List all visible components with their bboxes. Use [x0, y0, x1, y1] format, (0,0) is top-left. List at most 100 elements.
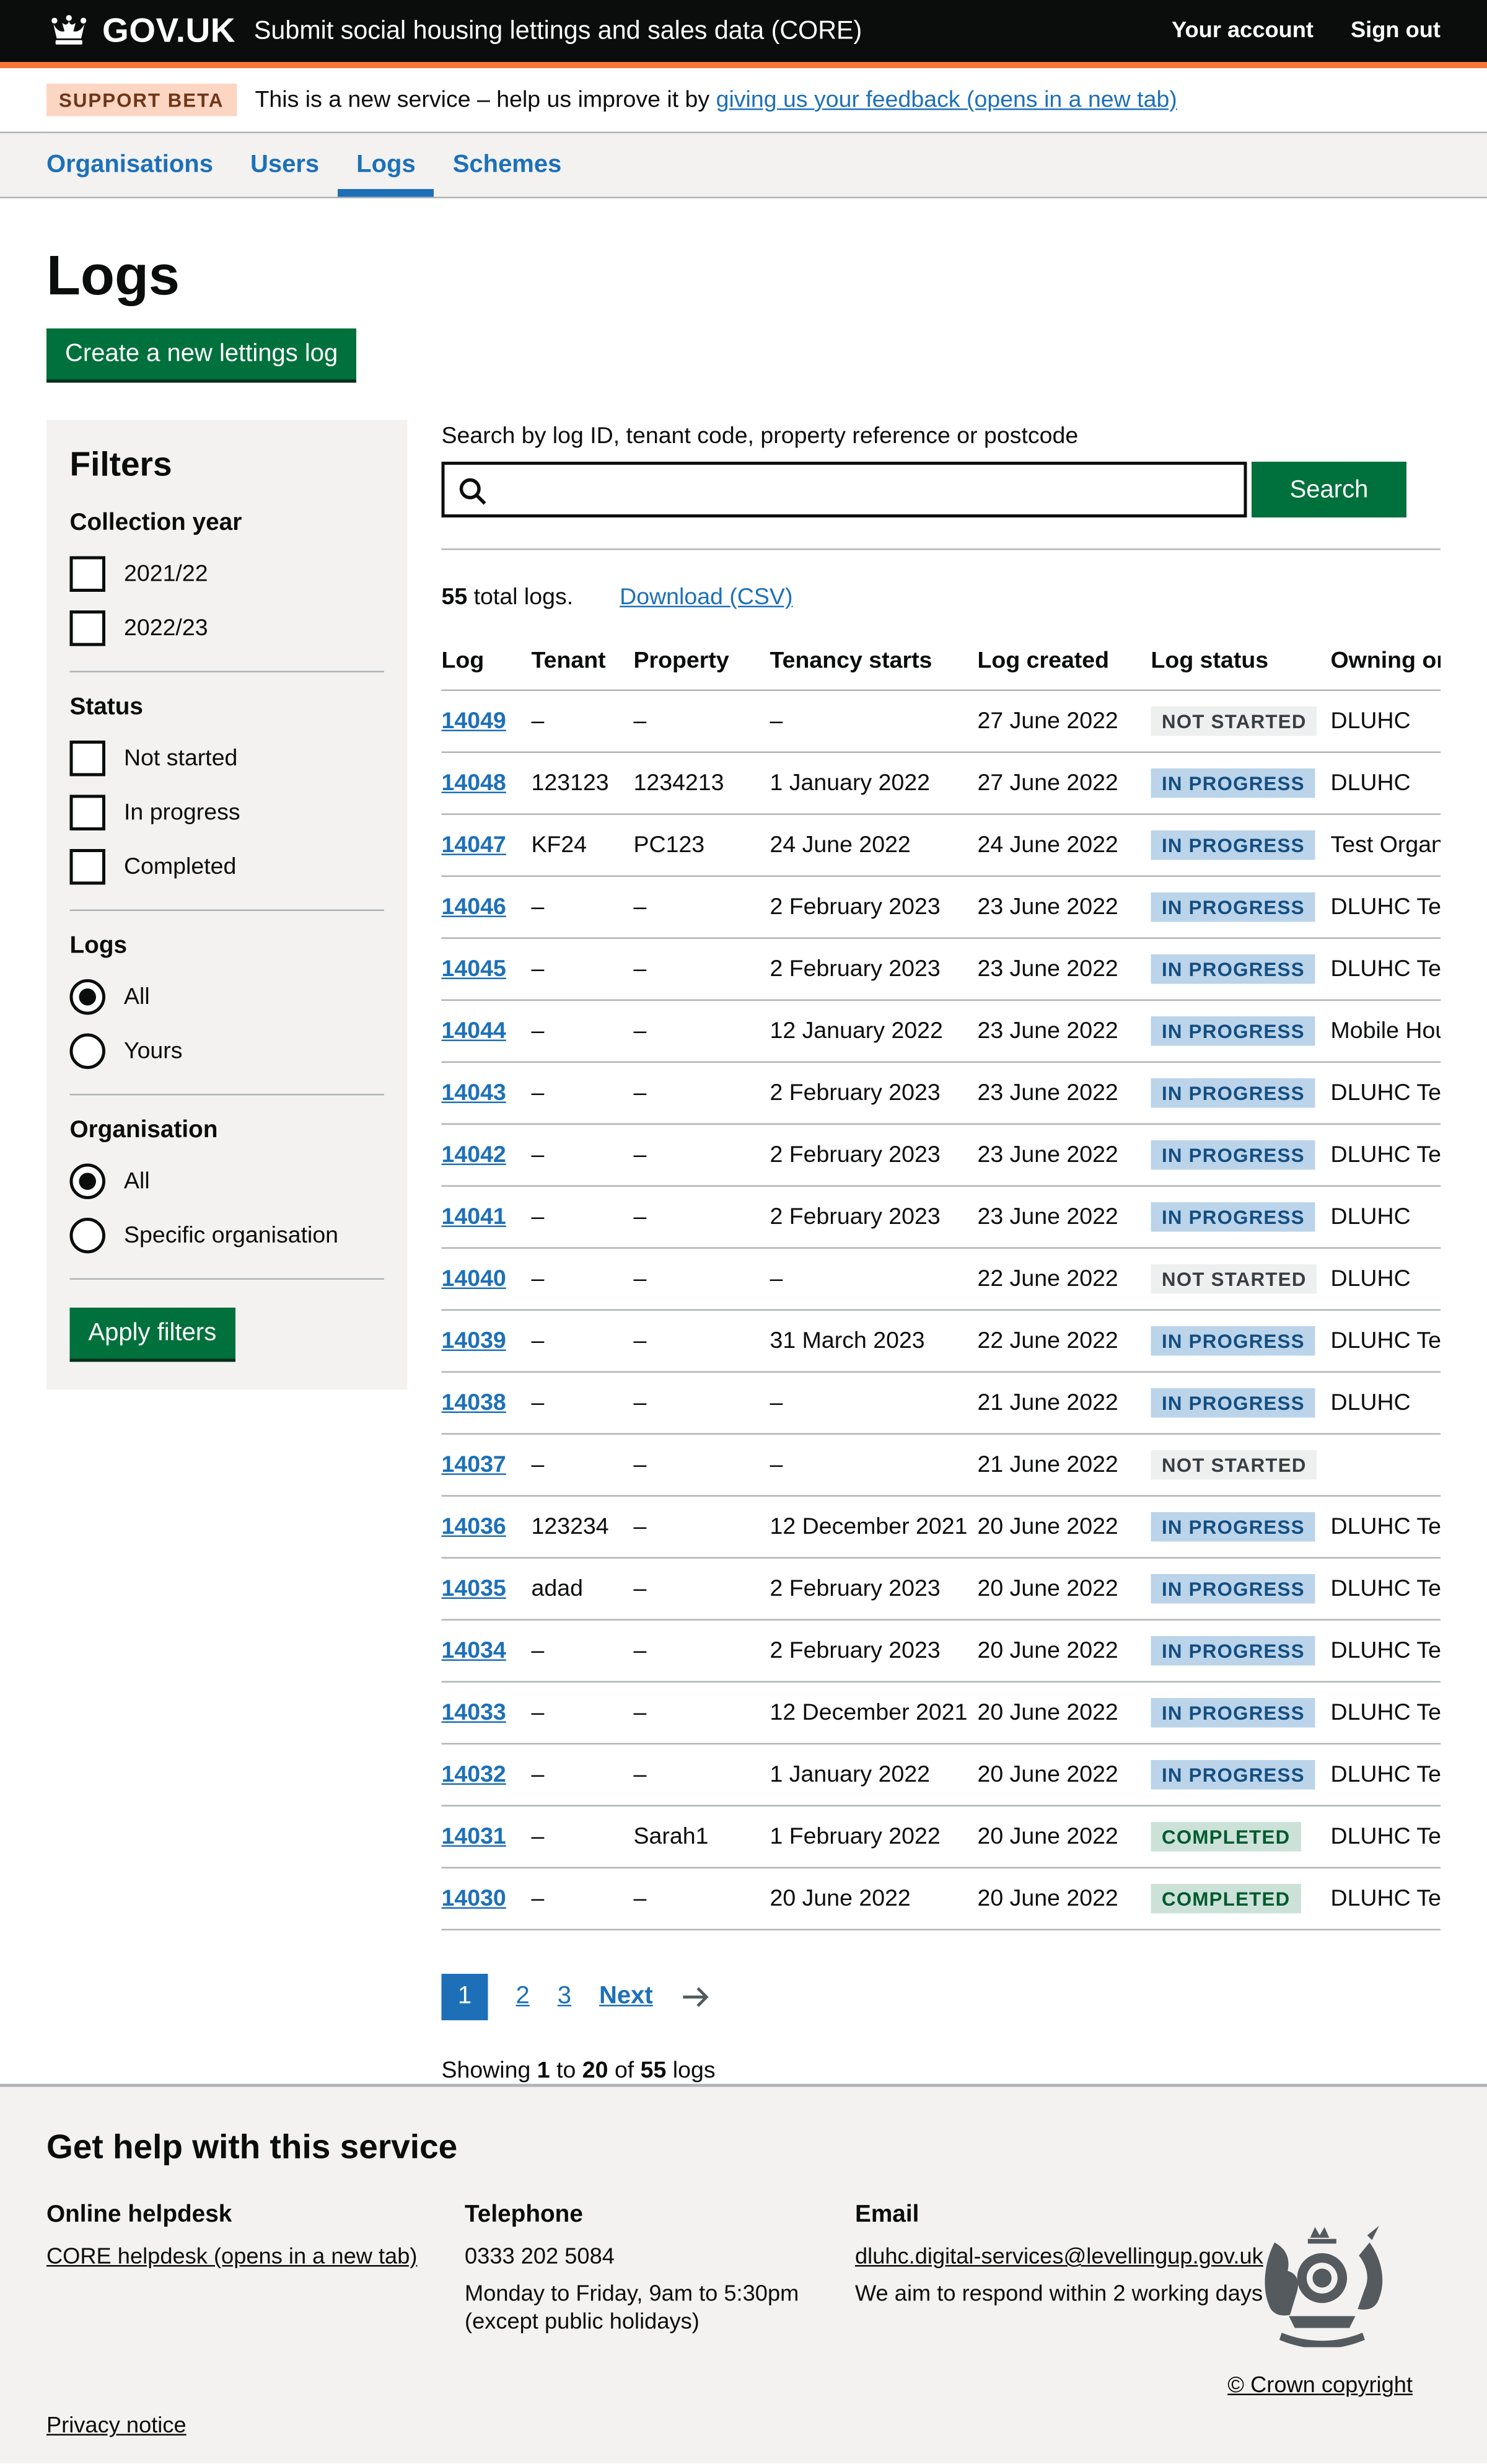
- nav-link-schemes[interactable]: Schemes: [434, 133, 581, 197]
- status-badge: IN PROGRESS: [1151, 1388, 1316, 1418]
- service-name-link[interactable]: Submit social housing lettings and sales…: [254, 16, 862, 46]
- radio-option[interactable]: All: [70, 979, 385, 1015]
- apply-filters-button[interactable]: Apply filters: [70, 1308, 235, 1359]
- govuk-logo[interactable]: GOV.UK: [46, 11, 235, 51]
- nav-link-logs[interactable]: Logs: [338, 133, 434, 197]
- phase-banner: SUPPORT BETA This is a new service – hel…: [0, 68, 1487, 133]
- core-helpdesk-link[interactable]: CORE helpdesk (opens in a new tab): [46, 2245, 417, 2270]
- option-label: All: [124, 984, 150, 1011]
- cell-tenant: –: [532, 1434, 634, 1496]
- download-csv-link[interactable]: Download (CSV): [620, 584, 792, 611]
- feedback-link[interactable]: giving us your feedback (opens in a new …: [716, 87, 1177, 113]
- log-link[interactable]: 14042: [442, 1142, 506, 1169]
- cell-property: –: [634, 1434, 770, 1496]
- cell-log-status: IN PROGRESS: [1151, 752, 1331, 814]
- log-link[interactable]: 14039: [442, 1328, 506, 1355]
- cell-owning-organisation: DLUHC Test: [1331, 1124, 1441, 1186]
- radio-option[interactable]: All: [70, 1164, 385, 1200]
- pagination-next-link[interactable]: Next: [599, 1983, 653, 2011]
- cell-log: 14033: [442, 1682, 532, 1744]
- checkbox-unchecked[interactable]: [70, 795, 106, 831]
- log-link[interactable]: 14046: [442, 894, 506, 921]
- radio-option[interactable]: Yours: [70, 1034, 385, 1070]
- create-lettings-log-button[interactable]: Create a new lettings log: [46, 328, 356, 380]
- cell-log-created: 21 June 2022: [978, 1372, 1151, 1434]
- pagination-page-2[interactable]: 2: [516, 1983, 530, 2011]
- log-link[interactable]: 14032: [442, 1762, 506, 1789]
- search-button[interactable]: Search: [1252, 462, 1406, 517]
- checkbox-option[interactable]: 2022/23: [70, 610, 385, 646]
- checkbox-option[interactable]: Completed: [70, 849, 385, 885]
- email-link[interactable]: dluhc.digital-services@levellingup.gov.u…: [855, 2245, 1263, 2270]
- log-link[interactable]: 14030: [442, 1886, 506, 1912]
- crown-copyright-link[interactable]: © Crown copyright: [1227, 2374, 1413, 2398]
- status-badge: IN PROGRESS: [1151, 1326, 1316, 1356]
- cell-log: 14031: [442, 1806, 532, 1868]
- checkbox-option[interactable]: In progress: [70, 795, 385, 831]
- email-response-note: We aim to respond within 2 working days: [855, 2282, 1263, 2307]
- log-link[interactable]: 14033: [442, 1700, 506, 1727]
- log-link[interactable]: 14035: [442, 1576, 506, 1603]
- cell-log: 14038: [442, 1372, 532, 1434]
- log-link[interactable]: 14041: [442, 1204, 506, 1231]
- radio-checked[interactable]: [70, 1164, 106, 1200]
- log-link[interactable]: 14038: [442, 1390, 506, 1417]
- log-link[interactable]: 14045: [442, 956, 506, 983]
- cell-tenant: –: [532, 1186, 634, 1248]
- checkbox-unchecked[interactable]: [70, 741, 106, 777]
- log-link[interactable]: 14043: [442, 1080, 506, 1107]
- cell-log: 14048: [442, 752, 532, 814]
- cell-tenancy-starts: 12 December 2021: [770, 1496, 978, 1558]
- cell-property: –: [634, 1124, 770, 1186]
- cell-tenant: –: [532, 1124, 634, 1186]
- search-input[interactable]: [445, 465, 1244, 514]
- cell-log-status: IN PROGRESS: [1151, 1496, 1331, 1558]
- checkbox-unchecked[interactable]: [70, 557, 106, 592]
- log-link[interactable]: 14044: [442, 1018, 506, 1045]
- total-logs-count: 55: [442, 584, 468, 611]
- your-account-link[interactable]: Your account: [1172, 19, 1314, 43]
- checkbox-option[interactable]: Not started: [70, 741, 385, 777]
- radio-unchecked[interactable]: [70, 1034, 106, 1070]
- filter-section-heading: Status: [70, 694, 385, 722]
- nav-link-users[interactable]: Users: [232, 133, 338, 197]
- cell-log: 14044: [442, 1000, 532, 1062]
- checkbox-unchecked[interactable]: [70, 849, 106, 885]
- footer-telephone: Telephone 0333 202 5084 Monday to Friday…: [465, 2202, 855, 2347]
- cell-tenancy-starts: 1 January 2022: [770, 752, 978, 814]
- cell-log-created: 20 June 2022: [978, 1682, 1151, 1744]
- cell-log-status: COMPLETED: [1151, 1868, 1331, 1930]
- log-link[interactable]: 14034: [442, 1638, 506, 1665]
- cell-log: 14042: [442, 1124, 532, 1186]
- cell-tenancy-starts: 2 February 2023: [770, 876, 978, 938]
- table-header-row: LogTenantPropertyTenancy startsLog creat…: [442, 632, 1441, 690]
- log-link[interactable]: 14049: [442, 708, 506, 735]
- nav-item-users: Users: [232, 133, 338, 197]
- log-link[interactable]: 14036: [442, 1514, 506, 1541]
- pagination-page-3[interactable]: 3: [558, 1983, 571, 2011]
- status-badge: IN PROGRESS: [1151, 1016, 1316, 1046]
- log-link[interactable]: 14037: [442, 1452, 506, 1479]
- cell-owning-organisation: DLUHC Test: [1331, 938, 1441, 1000]
- search-box: [442, 462, 1247, 517]
- log-link[interactable]: 14048: [442, 770, 506, 797]
- pagination-current-page[interactable]: 1: [442, 1974, 488, 2020]
- radio-unchecked[interactable]: [70, 1218, 106, 1254]
- checkbox-option[interactable]: 2021/22: [70, 557, 385, 592]
- nav-link-organisations[interactable]: Organisations: [28, 133, 232, 197]
- radio-checked[interactable]: [70, 979, 106, 1015]
- log-link[interactable]: 14047: [442, 832, 506, 859]
- sign-out-link[interactable]: Sign out: [1351, 19, 1441, 43]
- table-row: 14047KF24PC12324 June 202224 June 2022IN…: [442, 814, 1441, 876]
- cell-log-created: 22 June 2022: [978, 1310, 1151, 1372]
- cell-log: 14045: [442, 938, 532, 1000]
- privacy-notice-link[interactable]: Privacy notice: [46, 2414, 186, 2439]
- checkbox-unchecked[interactable]: [70, 610, 106, 646]
- cell-owning-organisation: DLUHC Test: [1331, 1868, 1441, 1930]
- cell-tenant: adad: [532, 1558, 634, 1620]
- cell-log-created: 24 June 2022: [978, 814, 1151, 876]
- log-link[interactable]: 14031: [442, 1824, 506, 1850]
- radio-option[interactable]: Specific organisation: [70, 1218, 385, 1254]
- cell-log-status: IN PROGRESS: [1151, 1744, 1331, 1806]
- log-link[interactable]: 14040: [442, 1266, 506, 1293]
